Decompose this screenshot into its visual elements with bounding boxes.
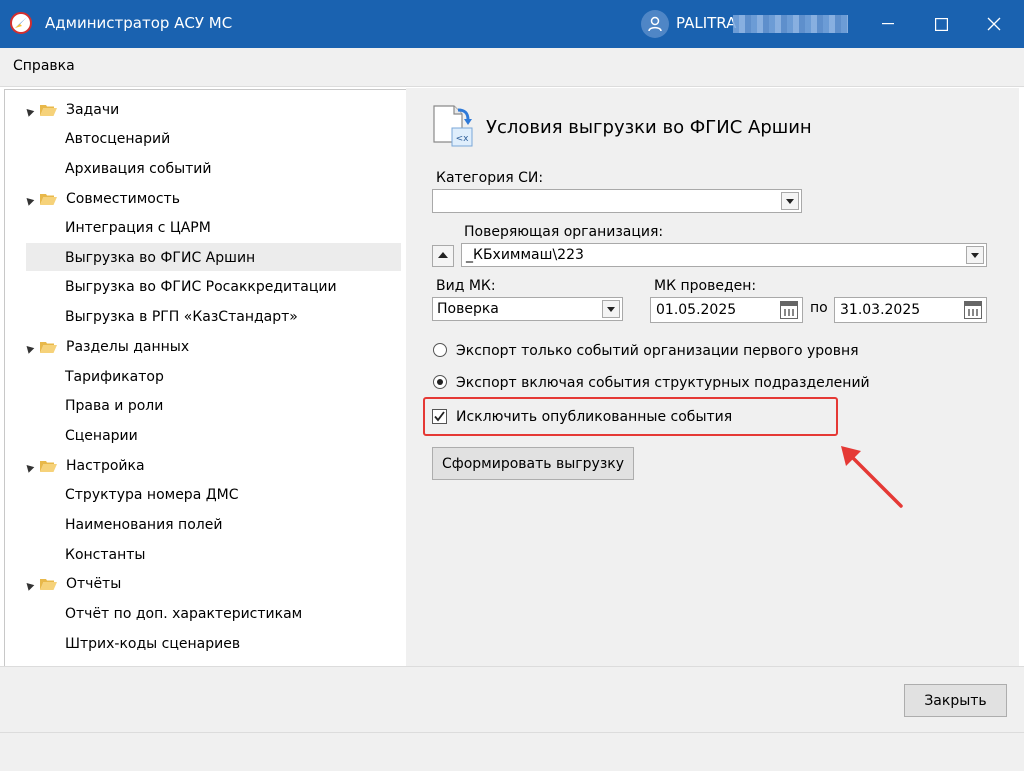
- svg-text:<x: <x: [456, 134, 470, 144]
- category-select[interactable]: [432, 189, 802, 213]
- tree-item-autoscenario[interactable]: Автосценарий: [5, 125, 401, 153]
- tree-item-scenarios[interactable]: Сценарии: [5, 422, 401, 450]
- tree-item-label: Интеграция с ЦАРМ: [65, 220, 211, 236]
- date-to-field[interactable]: 31.03.2025: [834, 297, 987, 323]
- category-label: Категория СИ:: [436, 170, 544, 186]
- tree-group-settings[interactable]: Настройка: [5, 452, 401, 480]
- tree-group-label: Отчёты: [66, 576, 122, 592]
- tree-item-scenario-barcodes[interactable]: Штрих-коды сценариев: [5, 630, 401, 658]
- mk-type-label: Вид МК:: [436, 278, 496, 294]
- radio-first-level-only[interactable]: [433, 343, 447, 357]
- exclude-published-label[interactable]: Исключить опубликованные события: [456, 409, 732, 425]
- tree-group-label: Задачи: [66, 102, 120, 118]
- org-label: Поверяющая организация:: [464, 224, 664, 240]
- app-logo-icon: [10, 12, 32, 34]
- navigation-tree: Задачи Автосценарий Архивация событий Со…: [4, 89, 408, 667]
- mk-type-select[interactable]: Поверка: [432, 297, 623, 321]
- window-title: Администратор АСУ МС: [45, 14, 233, 32]
- calendar-icon[interactable]: [780, 301, 798, 319]
- menu-bar: Справка: [0, 48, 1024, 87]
- dropdown-arrow-icon[interactable]: [602, 300, 620, 318]
- tree-group-tasks[interactable]: Задачи: [5, 96, 401, 124]
- tree-item-kazstandart-export[interactable]: Выгрузка в РГП «КазСтандарт»: [5, 303, 401, 331]
- tree-item-label: Структура номера ДМС: [65, 487, 239, 503]
- checkmark-icon: [434, 411, 445, 422]
- tree-item-label: Выгрузка во ФГИС Аршин: [65, 250, 256, 266]
- title-bar: Администратор АСУ МС PALITRA: [0, 0, 1024, 48]
- tree-item-field-names[interactable]: Наименования полей: [5, 511, 401, 539]
- tree-group-label: Настройка: [66, 458, 145, 474]
- mk-done-label: МК проведен:: [654, 278, 757, 294]
- user-icon[interactable]: [641, 10, 669, 38]
- tree-item-label: Константы: [65, 547, 146, 563]
- tree-item-label: Штрих-коды сценариев: [65, 636, 241, 652]
- document-export-icon: <x: [433, 105, 473, 147]
- generate-export-button[interactable]: Сформировать выгрузку: [432, 447, 634, 480]
- tree-item-label: Архивация событий: [65, 161, 212, 177]
- tree-group-reports[interactable]: Отчёты: [5, 570, 401, 598]
- user-name-redacted: [733, 15, 848, 33]
- tree-item-fgis-rosaccreditation-export[interactable]: Выгрузка во ФГИС Росаккредитации: [5, 273, 401, 301]
- menu-help[interactable]: Справка: [13, 58, 75, 74]
- panel-title: Условия выгрузки во ФГИС Аршин: [486, 117, 812, 138]
- tree-item-label: Автосценарий: [65, 131, 171, 147]
- date-from-field[interactable]: 01.05.2025: [650, 297, 803, 323]
- tree-item-label: Сценарии: [65, 428, 138, 444]
- folder-open-icon: [40, 342, 57, 353]
- tree-item-label: Права и роли: [65, 398, 164, 414]
- date-to-label: по: [810, 300, 828, 316]
- minimize-button[interactable]: [862, 0, 914, 48]
- exclude-published-checkbox[interactable]: [432, 409, 447, 424]
- expander-icon[interactable]: [23, 343, 35, 354]
- radio-first-level-label[interactable]: Экспорт только событий организации перво…: [456, 343, 859, 359]
- tree-group-label: Совместимость: [66, 191, 180, 207]
- dropdown-arrow-icon[interactable]: [966, 246, 984, 264]
- folder-open-icon: [40, 194, 57, 205]
- tree-item-rights-roles[interactable]: Права и роли: [5, 392, 401, 420]
- tree-item-label: Отчёт по доп. характеристикам: [65, 606, 303, 622]
- close-button[interactable]: Закрыть: [904, 684, 1007, 717]
- tree-item-tariffs[interactable]: Тарификатор: [5, 363, 401, 391]
- tree-group-label: Разделы данных: [66, 339, 190, 355]
- expander-icon[interactable]: [23, 195, 35, 206]
- expander-icon[interactable]: [23, 580, 35, 591]
- tree-group-compatibility[interactable]: Совместимость: [5, 185, 401, 213]
- tree-item-constants[interactable]: Константы: [5, 541, 401, 569]
- annotation-arrow-icon: [841, 446, 903, 508]
- mk-type-value: Поверка: [437, 301, 499, 317]
- date-to-value: 31.03.2025: [840, 302, 921, 318]
- radio-include-subdivisions[interactable]: [433, 375, 447, 389]
- collapse-up-button[interactable]: [432, 245, 454, 267]
- expander-icon[interactable]: [23, 106, 35, 117]
- close-window-button[interactable]: [968, 0, 1020, 48]
- expander-icon[interactable]: [23, 462, 35, 473]
- maximize-button[interactable]: [915, 0, 967, 48]
- org-value: _КБхиммаш\223: [466, 247, 584, 263]
- generate-export-label: Сформировать выгрузку: [441, 455, 624, 472]
- user-name[interactable]: PALITRA: [676, 14, 736, 32]
- close-button-label: Закрыть: [924, 692, 987, 709]
- folder-open-icon: [40, 105, 57, 116]
- radio-include-subdivisions-label[interactable]: Экспорт включая события структурных подр…: [456, 375, 870, 391]
- tree-item-extra-characteristics-report[interactable]: Отчёт по доп. характеристикам: [5, 600, 401, 628]
- tree-item-label: Выгрузка в РГП «КазСтандарт»: [65, 309, 298, 325]
- status-bar: [0, 732, 1024, 771]
- calendar-icon[interactable]: [964, 301, 982, 319]
- dialog-footer: [0, 666, 1024, 733]
- tree-item-dms-number-structure[interactable]: Структура номера ДМС: [5, 481, 401, 509]
- tree-item-fgis-arshin-export[interactable]: Выгрузка во ФГИС Аршин: [5, 244, 401, 272]
- dropdown-arrow-icon[interactable]: [781, 192, 799, 210]
- folder-open-icon: [40, 579, 57, 590]
- tree-item-event-archive[interactable]: Архивация событий: [5, 155, 401, 183]
- tree-item-label: Выгрузка во ФГИС Росаккредитации: [65, 279, 337, 295]
- org-select[interactable]: _КБхиммаш\223: [461, 243, 987, 267]
- tree-item-label: Наименования полей: [65, 517, 223, 533]
- tree-item-label: Тарификатор: [65, 369, 164, 385]
- tree-group-data-sections[interactable]: Разделы данных: [5, 333, 401, 361]
- date-from-value: 01.05.2025: [656, 302, 737, 318]
- tree-item-tsarm-integration[interactable]: Интеграция с ЦАРМ: [5, 214, 401, 242]
- folder-open-icon: [40, 461, 57, 472]
